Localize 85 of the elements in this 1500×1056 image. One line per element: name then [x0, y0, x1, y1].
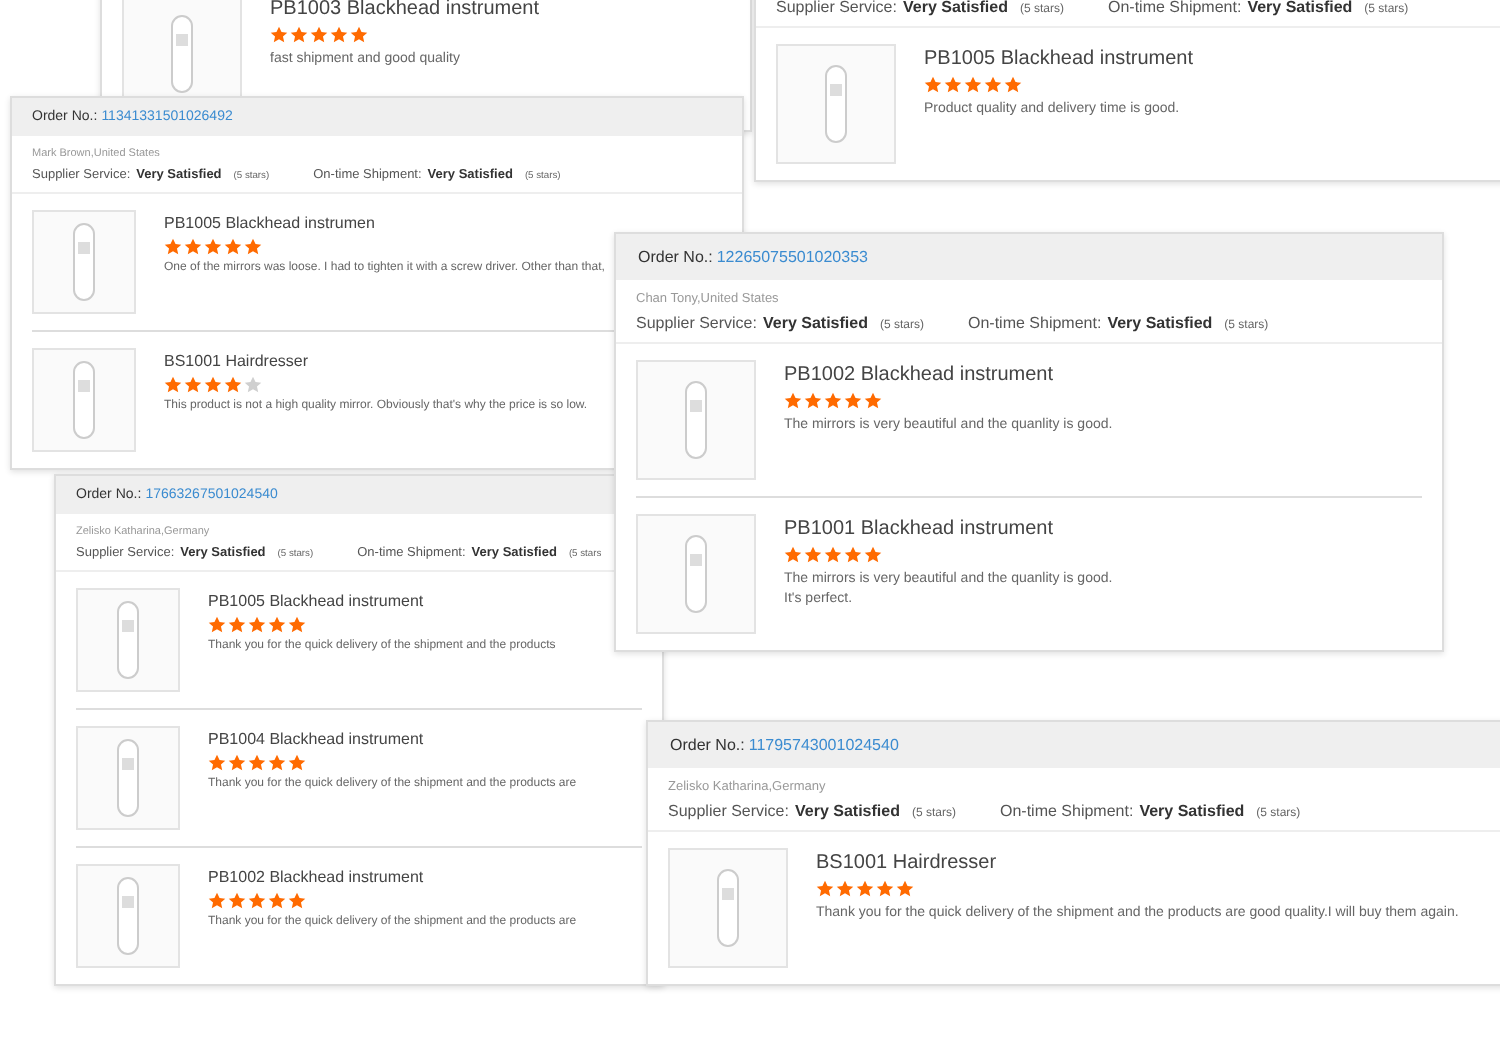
product-photo [32, 348, 136, 452]
star-icon [248, 892, 266, 910]
order-number-link[interactable]: 12265075501020353 [716, 248, 868, 266]
star-icon [864, 392, 882, 410]
rating-label: On-time Shipment: [999, 802, 1134, 820]
star-icon [816, 880, 834, 898]
star-icon [164, 238, 182, 256]
star-icon [784, 546, 802, 564]
star-icon [208, 616, 226, 634]
product-name: PB1004 Blackhead instrument [208, 730, 426, 748]
star-icon [164, 376, 182, 394]
product-photo [776, 44, 896, 164]
product-name: PB1002 Blackhead instrument [784, 364, 1056, 386]
star-icon [228, 616, 246, 634]
product-name: PB1003 Blackhead instrument [270, 0, 540, 20]
product-photo [636, 514, 756, 634]
order-label: Order No.: [670, 736, 745, 754]
product-name: PB1001 Blackhead instrument [784, 518, 1056, 540]
product-name: PB1005 Blackhead instrument [924, 48, 1194, 70]
star-icon [208, 754, 226, 772]
star-icon [836, 880, 854, 898]
star-icon [876, 880, 894, 898]
star-icon [244, 238, 262, 256]
rating-label: On-time Shipment: [1107, 0, 1242, 16]
star-icon [350, 26, 368, 44]
rating-label: Supplier Service: [776, 0, 897, 16]
star-icon [310, 26, 328, 44]
star-icon [248, 754, 266, 772]
star-icon [204, 238, 222, 256]
star-icon [290, 26, 308, 44]
rating-value: Very Satisfied [1247, 0, 1353, 16]
star-icon [268, 616, 286, 634]
product-photo [636, 360, 756, 480]
star-icon [924, 76, 942, 94]
star-icon [804, 392, 822, 410]
star-icon [844, 546, 862, 564]
star-icon [984, 76, 1002, 94]
rating-label: On-time Shipment: [967, 314, 1102, 332]
star-icon [204, 376, 222, 394]
star-icon [944, 76, 962, 94]
rating-value: Very Satisfied [1107, 314, 1213, 332]
star-icon [268, 892, 286, 910]
rating-label: Supplier Service: [636, 314, 757, 332]
star-icon [330, 26, 348, 44]
star-icon [184, 238, 202, 256]
order-number-link[interactable]: 11795743001024540 [748, 736, 899, 754]
rating-value: Very Satisfied [902, 0, 1008, 16]
star-icon [224, 376, 242, 394]
product-photo [76, 588, 180, 692]
star-icon [228, 754, 246, 772]
star-icon [288, 616, 306, 634]
rating-value: Very Satisfied [1139, 802, 1245, 820]
star-icon [844, 392, 862, 410]
star-icon [228, 892, 246, 910]
product-photo [668, 848, 788, 968]
star-icon [804, 546, 822, 564]
order-label: Order No.: [638, 248, 713, 266]
star-icon [224, 238, 242, 256]
star-icon [896, 880, 914, 898]
star-icon [288, 754, 306, 772]
star-icon [1004, 76, 1022, 94]
star-icon [270, 26, 288, 44]
star-icon [824, 392, 842, 410]
rating-value: Very Satisfied [762, 314, 868, 332]
star-icon [288, 892, 306, 910]
star-icon [964, 76, 982, 94]
product-name: BS1001 Hairdresser [164, 352, 311, 370]
star-icon [184, 376, 202, 394]
product-photo [76, 864, 180, 968]
star-icon [248, 616, 266, 634]
product-name: PB1005 Blackhead instrument [208, 592, 426, 610]
star-icon [208, 892, 226, 910]
product-photo [76, 726, 180, 830]
star-icon [824, 546, 842, 564]
product-photo [32, 210, 136, 314]
star-icon [268, 754, 286, 772]
product-name: BS1001 Hairdresser [816, 852, 999, 874]
star-icon [856, 880, 874, 898]
product-name: PB1002 Blackhead instrument [208, 868, 426, 886]
product-name: PB1005 Blackhead instrumen [164, 214, 377, 232]
star-icon [244, 376, 262, 394]
rating-value: Very Satisfied [794, 802, 900, 820]
star-icon [784, 392, 802, 410]
star-icon [864, 546, 882, 564]
rating-label: Supplier Service: [668, 802, 789, 820]
